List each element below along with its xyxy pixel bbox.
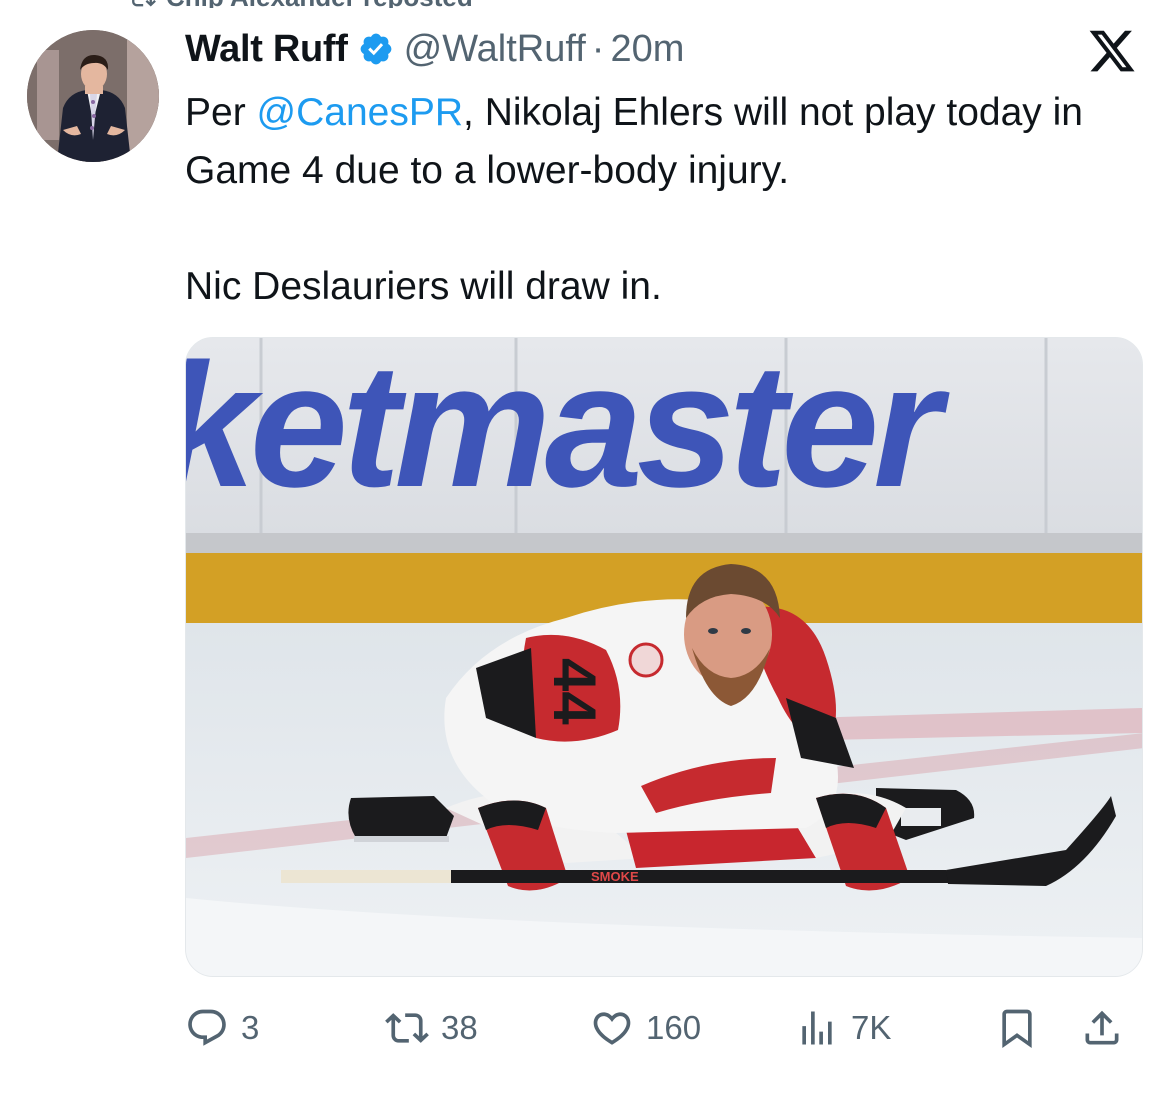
verified-badge-icon[interactable] <box>358 31 394 67</box>
repost-banner[interactable]: Chip Alexander reposted <box>128 0 473 8</box>
reply-count: 3 <box>241 1009 260 1046</box>
tweet-timestamp[interactable]: 20m <box>610 28 684 71</box>
hockey-photo: ketmaster 44 SMOKE <box>186 338 1142 976</box>
tweet-body: Per @CanesPR, Nikolaj Ehlers will not pl… <box>185 84 1105 316</box>
repost-count: 38 <box>441 1009 478 1046</box>
bookmark-button[interactable] <box>995 1000 1039 1056</box>
profile-photo <box>27 30 159 162</box>
heart-icon <box>593 1012 631 1045</box>
bookmark-icon <box>1002 1009 1032 1049</box>
jersey-number: 44 <box>541 658 608 725</box>
like-count: 160 <box>646 1009 702 1046</box>
tweet-text-prefix: Per <box>185 91 257 134</box>
x-logo-icon <box>1089 30 1135 72</box>
share-button[interactable] <box>1080 1000 1124 1056</box>
retweet-icon <box>132 0 156 7</box>
views-button[interactable]: 7K <box>795 1000 891 1056</box>
reply-button[interactable]: 3 <box>185 1000 259 1056</box>
tweet-action-bar: 3 38 160 7K <box>185 1000 1143 1056</box>
board-advertisement-text: ketmaster <box>186 338 950 524</box>
tweet-paragraph-1: Per @CanesPR, Nikolaj Ehlers will not pl… <box>185 84 1105 200</box>
views-count: 7K <box>851 1009 892 1046</box>
tweet-paragraph-2: Nic Deslauriers will draw in. <box>185 265 662 308</box>
tweet-header: Walt Ruff @WaltRuff · 20m <box>185 22 684 76</box>
stick-brand-text: SMOKE <box>591 869 639 884</box>
reply-icon <box>188 1009 226 1046</box>
mention-link[interactable]: @CanesPR <box>257 91 464 134</box>
like-button[interactable]: 160 <box>590 1000 701 1056</box>
separator-dot: · <box>591 27 605 70</box>
repost-icon <box>385 1013 429 1043</box>
share-icon <box>1085 1010 1119 1045</box>
author-display-name[interactable]: Walt Ruff <box>185 28 348 71</box>
avatar[interactable] <box>27 30 159 162</box>
author-handle[interactable]: @WaltRuff <box>404 28 586 71</box>
analytics-icon <box>802 1011 832 1045</box>
repost-button[interactable]: 38 <box>385 1000 478 1056</box>
tweet-media-photo[interactable]: ketmaster 44 SMOKE <box>185 337 1143 977</box>
repost-banner-text: Chip Alexander reposted <box>166 0 473 8</box>
